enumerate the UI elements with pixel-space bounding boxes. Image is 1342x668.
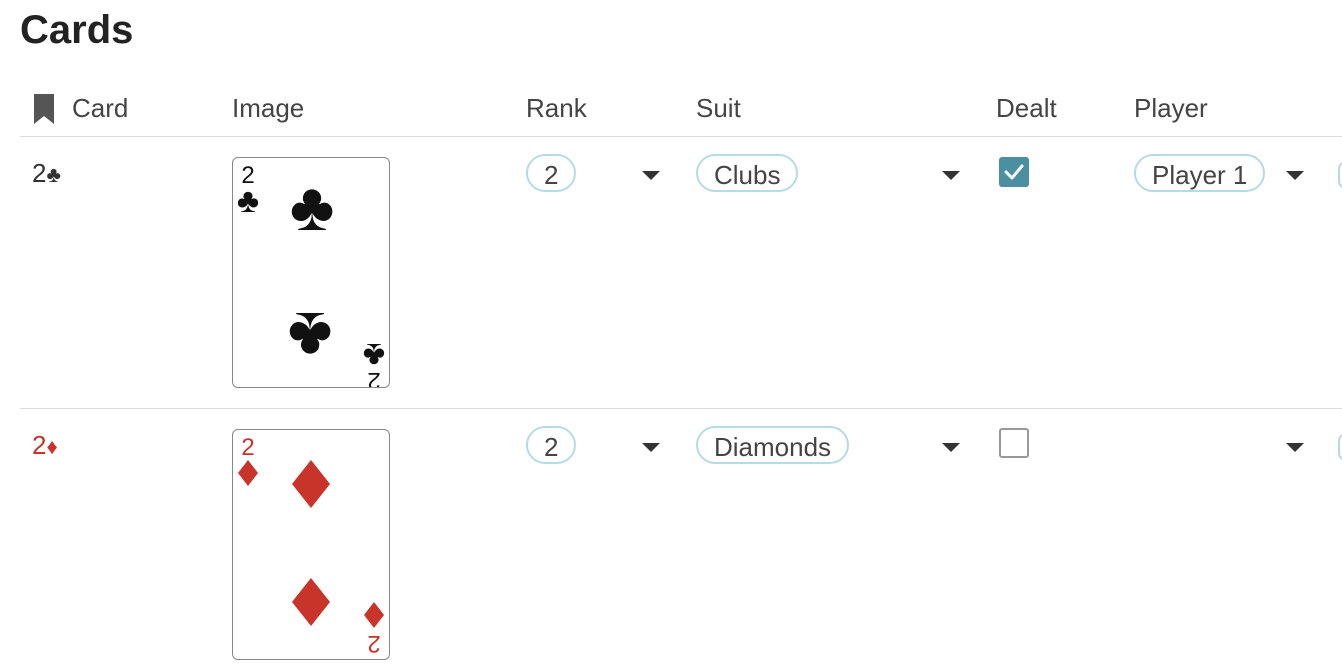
suit-chip[interactable]: Clubs [696,154,799,192]
column-header-rank[interactable]: Rank [526,92,587,124]
next-column-chip[interactable] [1338,433,1342,461]
player-dropdown-caret-icon[interactable] [1286,443,1304,452]
suit-chip[interactable]: Diamonds [696,426,850,464]
checkmark-icon [1004,164,1024,180]
card-name[interactable]: 2♦ [32,429,58,463]
svg-text:♣: ♣ [363,336,385,374]
rank-chip[interactable]: 2 [526,154,577,192]
dealt-checkbox[interactable] [999,428,1029,458]
bookmark-icon[interactable] [32,94,56,124]
clubs-icon: ♣ [46,162,61,187]
card-image[interactable]: 2 2 [232,429,390,660]
diamonds-icon: ♦ [46,434,58,459]
suit-dropdown-caret-icon[interactable] [942,171,960,180]
suit-dropdown-caret-icon[interactable] [942,443,960,452]
column-header-dealt[interactable]: Dealt [996,92,1057,124]
rank-dropdown-caret-icon[interactable] [642,443,660,452]
rank-chip[interactable]: 2 [526,426,577,464]
column-header-player[interactable]: Player [1134,92,1208,124]
svg-text:♣: ♣ [288,298,333,374]
svg-text:2: 2 [367,630,380,657]
column-header-suit[interactable]: Suit [696,92,741,124]
column-header-card[interactable]: Card [72,92,128,124]
two-of-diamonds-image: 2 2 [238,434,384,657]
rank-dropdown-caret-icon[interactable] [642,171,660,180]
column-header-image[interactable]: Image [232,92,304,124]
card-image[interactable]: 2 ♣ ♣ ♣ 2 ♣ [232,157,390,388]
svg-text:2: 2 [241,434,254,461]
dealt-checkbox[interactable] [999,157,1029,187]
table-header: Card Image Rank Suit Dealt Player [20,84,1342,137]
player-chip[interactable]: Player 1 [1134,154,1266,192]
next-column-chip[interactable] [1338,161,1342,189]
two-of-clubs-image: 2 ♣ ♣ ♣ 2 ♣ [237,162,385,387]
svg-text:♣: ♣ [290,169,335,245]
svg-text:♣: ♣ [237,182,259,220]
table-row[interactable]: 2♦ 2 2 2 Diamonds [20,409,1342,668]
table-row[interactable]: 2♣ 2 ♣ ♣ ♣ 2 ♣ 2 Clubs Player 1 [20,137,1342,409]
card-name[interactable]: 2♣ [32,157,61,191]
player-dropdown-caret-icon[interactable] [1286,171,1304,180]
page-title: Cards [20,8,134,52]
